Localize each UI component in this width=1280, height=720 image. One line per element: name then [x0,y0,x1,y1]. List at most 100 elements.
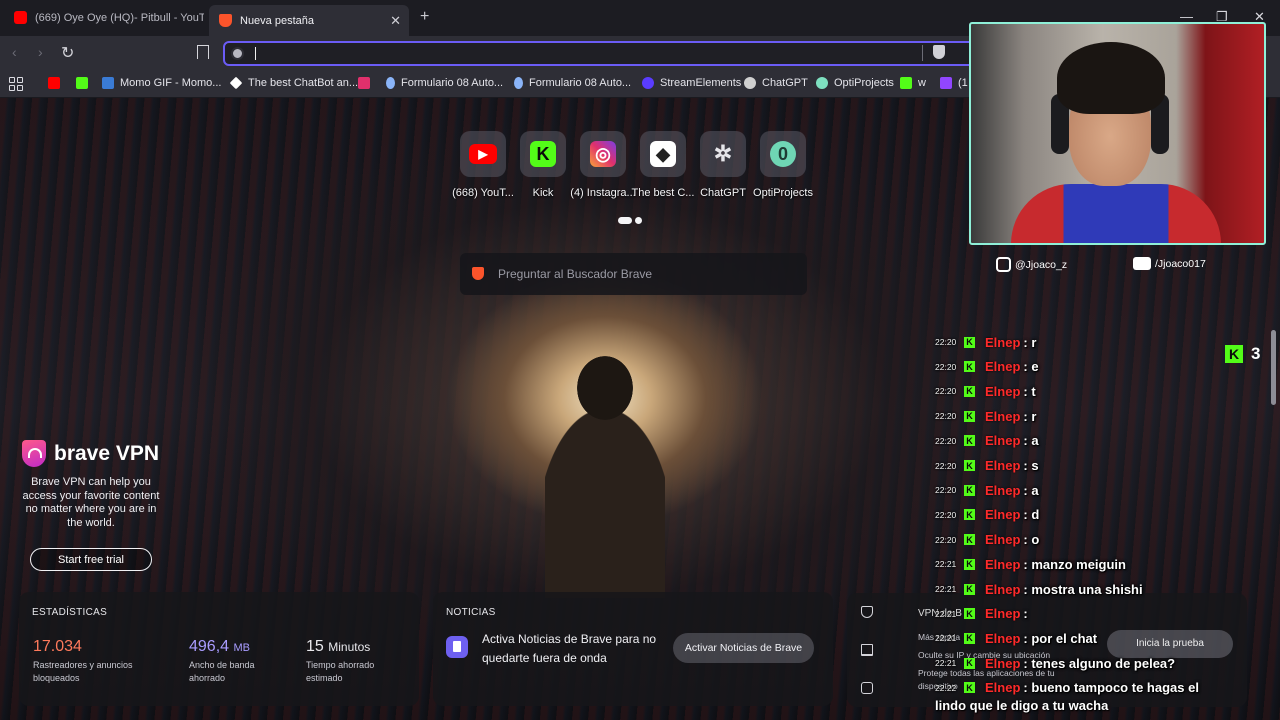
chat-message: 22:20 K Elnep: e [935,357,1039,377]
chat-message: 22:20 K Elnep: t [935,381,1036,401]
bookmark-item[interactable]: ChatGPT [744,77,808,89]
start-free-trial-button[interactable]: Start free trial [30,548,152,571]
scrollbar-thumb[interactable] [1271,330,1276,405]
address-bar[interactable] [223,41,983,66]
kick-badge-icon: K [964,410,975,422]
stat-bandwidth: 496,4 MB Ancho de banda ahorrado [189,638,269,685]
chat-message: 22:20 K Elnep: a [935,480,1039,500]
chat-text: : a [1023,482,1039,498]
chat-timestamp: 22:21 [935,559,957,570]
stats-heading: ESTADÍSTICAS [32,607,108,618]
chat-username: Elnep [985,458,1021,473]
instagram-icon [996,257,1011,272]
top-site-chatgpt[interactable]: ✲ [700,131,746,177]
pager-dot[interactable] [635,217,642,224]
chat-message: 22:21 K Elnep: por el chat [935,628,1097,648]
close-tab-icon[interactable]: ✕ [390,13,401,29]
bookmark-label: StreamElements [660,77,742,89]
top-site-instagram[interactable]: ◎ [580,131,626,177]
kick-badge-icon: K [964,509,975,521]
bookmark-icon[interactable] [197,45,209,59]
back-button[interactable]: ‹ [12,44,17,60]
tab-new-tab[interactable]: Nueva pestaña ✕ [209,5,409,36]
webcam-overlay [969,22,1266,245]
shield-icon[interactable] [861,606,873,618]
chat-timestamp: 22:20 [935,485,957,496]
streamelements-icon [642,77,654,89]
top-site-youtube[interactable]: ▶ [460,131,506,177]
chat-text: : manzo meiguin [1023,556,1126,572]
top-sites-pager[interactable] [618,217,642,224]
pager-dot-active[interactable] [618,217,632,224]
alert-icon[interactable] [861,644,873,656]
kick-badge-icon: K [964,385,975,397]
forward-button[interactable]: › [38,44,43,60]
bookmark-item[interactable]: (1 [940,77,968,89]
top-site-chatbot[interactable]: ◆ [640,131,686,177]
address-input[interactable] [259,45,859,62]
bookmark-item[interactable]: w [900,77,926,89]
search-box[interactable] [460,253,807,295]
top-site-kick[interactable]: K [520,131,566,177]
chat-username: Elnep [985,359,1021,375]
text-caret [255,47,256,60]
streamer-hair [1057,42,1165,114]
chat-timestamp: 22:21 [935,658,957,669]
bookmark-item[interactable]: Formulario 08 Auto... [514,77,631,89]
brave-icon [219,14,232,27]
kick-badge-icon: K [964,435,975,447]
instagram-icon: ◎ [590,141,616,167]
chat-username: Elnep [985,606,1021,622]
search-input[interactable] [498,265,788,283]
twitch-icon [940,77,952,89]
news-icon[interactable] [861,682,873,694]
chat-text: : s [1023,458,1039,473]
tab-title: (669) Oye Oye (HQ)- Pitbull - YouTube [35,11,204,24]
background-figure [545,348,665,598]
bookmark-item[interactable] [358,77,376,89]
stat-value: 15 [306,638,324,655]
kick-badge-icon: K [964,657,975,669]
vpn-shield-icon [22,440,46,467]
reload-button[interactable]: ↻ [61,43,74,63]
w-icon [900,77,912,89]
chat-timestamp: 22:20 [935,337,957,347]
bookmark-item[interactable]: StreamElements [642,77,741,89]
youtube-icon [48,77,60,89]
bookmark-item[interactable]: The best ChatBot an... [229,76,358,90]
tab-youtube[interactable]: (669) Oye Oye (HQ)- Pitbull - YouTube [4,5,204,30]
bookmark-item[interactable]: Momo GIF - Momo... [102,77,221,89]
top-site-optiprojects[interactable]: 0 [760,131,806,177]
chat-message: 22:20 K Elnep: o [935,530,1039,550]
apps-grid-icon[interactable] [9,77,23,91]
activate-news-button[interactable]: Activar Noticias de Brave [673,633,814,663]
kick-badge-icon: K [964,484,975,496]
chat-message: 22:20 K Elnep: s [935,456,1039,476]
chat-text: : d [1023,507,1040,523]
chat-message-continuation: lindo que le digo a tu wacha [935,698,1109,713]
chat-username: Elnep [985,433,1021,449]
chatbot-icon [229,76,243,90]
chat-timestamp: 22:22 [935,682,957,693]
omnibox-divider [922,45,923,61]
bookmark-item[interactable] [76,77,94,89]
viewer-count: K 3 [1225,344,1260,364]
bookmark-item[interactable]: Formulario 08 Auto... [386,77,503,89]
kick-icon [76,77,88,89]
bookmark-item[interactable]: OptiProjects [816,77,894,89]
youtube-icon [1133,257,1151,270]
kick-badge-icon: K [964,632,975,644]
search-engine-icon [231,47,244,60]
chat-timestamp: 22:20 [935,361,957,372]
chat-username: Elnep [985,630,1021,646]
bookmark-item[interactable] [48,77,66,89]
new-tab-button[interactable]: + [420,8,429,26]
kick-badge-icon: K [964,558,975,570]
vpn-description: Brave VPN can help you access your favor… [22,476,160,529]
kick-badge-icon: K [964,583,975,595]
chat-text: : t [1023,383,1036,399]
stats-card: ESTADÍSTICAS 17.034 Rastreadores y anunc… [19,592,419,706]
brave-shields-icon[interactable] [933,45,945,59]
chat-text: : por el chat [1023,630,1098,646]
youtube-icon: ▶ [469,144,497,164]
